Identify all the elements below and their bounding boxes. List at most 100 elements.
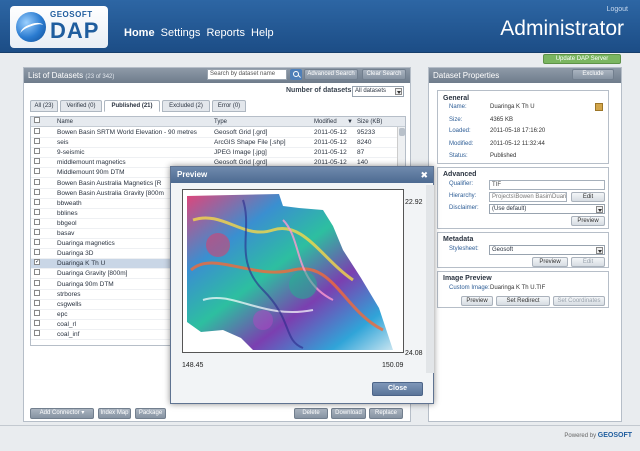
- properties-title: Dataset Properties: [433, 71, 500, 80]
- main-nav: Home Settings Reports Help: [124, 27, 277, 39]
- nav-home[interactable]: Home: [124, 27, 155, 39]
- disclaimer-label: Disclaimer:: [449, 205, 479, 211]
- row-checkbox[interactable]: [34, 269, 40, 276]
- row-checkbox[interactable]: [34, 309, 40, 316]
- name-value: Duaringa K Th U: [490, 104, 535, 110]
- search-icon[interactable]: [290, 69, 302, 80]
- row-checkbox[interactable]: [34, 178, 40, 185]
- clear-search-button[interactable]: Clear Search: [362, 69, 406, 80]
- stylesheet-label: Stylesheet:: [449, 246, 479, 252]
- row-checkbox[interactable]: [34, 319, 40, 326]
- advanced-title: Advanced: [443, 171, 477, 178]
- column-name[interactable]: Name: [57, 117, 73, 127]
- cell-type: JPEG Image [.jpg]: [214, 149, 267, 157]
- custom-image-value: Duaringa K Th U.TIF: [490, 285, 546, 291]
- table-row[interactable]: Bowen Basin SRTM World Elevation - 90 me…: [31, 128, 405, 138]
- chevron-down-icon: [596, 247, 603, 254]
- row-checkbox[interactable]: [34, 239, 40, 246]
- set-redirect-button[interactable]: Set Redirect: [496, 296, 550, 306]
- cell-modified: 2011-05-12: [314, 139, 347, 147]
- close-button[interactable]: Close: [372, 382, 423, 396]
- map-left-lon: 148.45: [182, 362, 204, 369]
- chevron-down-icon: [395, 88, 402, 95]
- disclaimer-preview-button[interactable]: Preview: [571, 216, 605, 226]
- column-size[interactable]: Size (KB): [357, 117, 382, 127]
- stylesheet-select[interactable]: Geosoft: [489, 245, 605, 255]
- update-dap-server-button[interactable]: Update DAP Server: [543, 54, 621, 64]
- modified-label: Modified:: [449, 141, 474, 147]
- hierarchy-edit-button[interactable]: Edit: [571, 192, 605, 202]
- size-label: Size:: [449, 117, 463, 123]
- cell-type: ArcGIS Shape File [.shp]: [214, 139, 286, 147]
- row-checkbox[interactable]: [34, 249, 40, 256]
- download-button[interactable]: Download: [331, 408, 366, 419]
- preview-dialog-header[interactable]: Preview ✖: [171, 167, 433, 183]
- nav-reports[interactable]: Reports: [206, 27, 245, 39]
- column-type[interactable]: Type: [214, 117, 227, 127]
- tab-verified[interactable]: Verified (0): [60, 100, 102, 112]
- chevron-down-icon: [596, 206, 603, 213]
- cell-size: 87: [357, 149, 365, 157]
- tab-all[interactable]: All (23): [30, 100, 58, 112]
- datasets-count: (23 of 342): [85, 74, 115, 80]
- row-checkbox[interactable]: [34, 158, 40, 165]
- preview-dialog-title: Preview: [177, 170, 208, 179]
- row-checkbox[interactable]: [34, 229, 40, 235]
- preview-scrollbar[interactable]: [426, 185, 434, 373]
- row-checkbox[interactable]: [34, 168, 40, 175]
- set-coordinates-button[interactable]: Set Coordinates: [553, 296, 605, 306]
- row-checkbox[interactable]: [34, 289, 40, 296]
- preview-image-frame: [182, 189, 404, 353]
- row-checkbox[interactable]: [34, 128, 40, 134]
- name-label: Name:: [449, 104, 467, 110]
- index-map-button[interactable]: Index Map: [98, 408, 131, 419]
- cell-size: 95233: [357, 129, 376, 136]
- number-of-datasets-select[interactable]: All datasets: [352, 86, 404, 97]
- tab-excluded[interactable]: Excluded (2): [162, 100, 210, 112]
- nav-settings[interactable]: Settings: [161, 27, 201, 39]
- geosoft-dap-logo[interactable]: GEOSOFT DAP: [10, 6, 108, 48]
- row-checkbox[interactable]: [34, 208, 40, 215]
- row-checkbox[interactable]: [34, 330, 40, 336]
- table-header: Name Type Modified ▼ Size (KB): [31, 117, 405, 127]
- image-preview-button[interactable]: Preview: [461, 296, 493, 306]
- tab-error[interactable]: Error (0): [212, 100, 246, 112]
- logout-link[interactable]: Logout: [607, 6, 628, 13]
- package-button[interactable]: Package: [135, 408, 166, 419]
- close-icon[interactable]: ✖: [420, 167, 428, 183]
- tab-published[interactable]: Published (21): [104, 100, 160, 112]
- row-checkbox[interactable]: [34, 148, 40, 155]
- row-checkbox[interactable]: [34, 188, 40, 195]
- qualifier-field[interactable]: TIF: [489, 180, 605, 190]
- row-checkbox[interactable]: [34, 279, 40, 286]
- select-all-checkbox[interactable]: [34, 117, 40, 123]
- qualifier-label: Qualifier:: [449, 181, 474, 187]
- table-row[interactable]: seis ArcGIS Shape File [.shp] 2011-05-12 82…: [31, 138, 405, 149]
- row-checkbox[interactable]: [34, 218, 40, 225]
- delete-button[interactable]: Delete: [294, 408, 328, 419]
- map-right-lon: 150.09: [382, 362, 404, 369]
- nav-help[interactable]: Help: [251, 27, 274, 39]
- general-title: General: [443, 95, 470, 102]
- dataset-search-input[interactable]: Search by dataset name: [207, 69, 287, 80]
- metadata-edit-button[interactable]: Edit: [571, 257, 605, 267]
- table-row[interactable]: 9-seismic JPEG Image [.jpg] 2011-05-12 87: [31, 148, 405, 159]
- advanced-search-button[interactable]: Advanced Search: [304, 69, 358, 80]
- edit-icon[interactable]: [595, 103, 603, 111]
- cell-name: 9-seismic: [57, 149, 85, 157]
- row-checkbox[interactable]: [34, 198, 40, 205]
- sort-down-icon[interactable]: ▼: [347, 117, 353, 127]
- metadata-preview-button[interactable]: Preview: [532, 257, 568, 267]
- row-checkbox[interactable]: ✓: [34, 259, 40, 266]
- scrollbar-thumb[interactable]: [399, 128, 405, 136]
- row-checkbox[interactable]: [34, 138, 40, 145]
- loaded-label: Loaded:: [449, 128, 471, 134]
- row-checkbox[interactable]: [34, 299, 40, 306]
- exclude-button[interactable]: Exclude: [572, 69, 614, 80]
- column-modified[interactable]: Modified: [314, 117, 337, 127]
- disclaimer-select[interactable]: (Use default): [489, 204, 605, 214]
- datasets-title: List of Datasets: [28, 71, 84, 80]
- add-connector-button[interactable]: Add Connector ▾: [30, 408, 94, 419]
- hierarchy-field[interactable]: Projects\Bowen Basin\Duaringa: [489, 192, 567, 202]
- replace-button[interactable]: Replace: [369, 408, 403, 419]
